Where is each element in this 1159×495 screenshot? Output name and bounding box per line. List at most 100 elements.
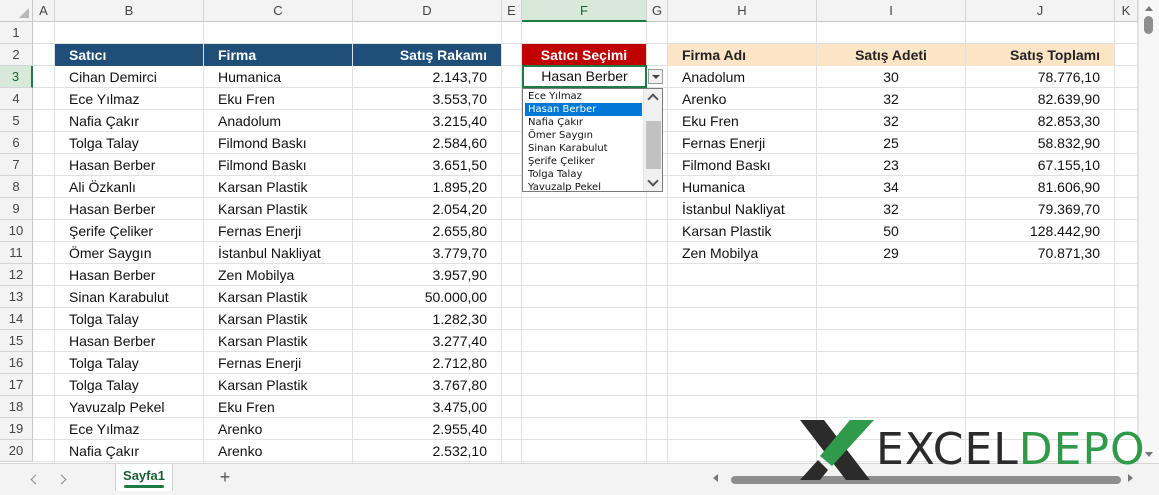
sales-cell[interactable]: Karsan Plastik (204, 374, 352, 396)
sales-cell[interactable]: Ömer Saygın (55, 242, 203, 264)
summary-cell[interactable]: 128.442,90 (966, 220, 1114, 242)
sales-cell[interactable]: 1.282,30 (353, 308, 501, 330)
row-header-3[interactable]: 3 (0, 66, 33, 88)
sales-cell[interactable]: Karsan Plastik (204, 308, 352, 330)
sales-cell[interactable]: Cihan Demirci (55, 66, 203, 88)
summary-cell[interactable]: 34 (817, 176, 965, 198)
dropdown-item[interactable]: Sinan Karabulut (525, 142, 642, 155)
sales-cell[interactable]: 2.655,80 (353, 220, 501, 242)
sales-cell[interactable]: Karsan Plastik (204, 286, 352, 308)
sales-cell[interactable]: Ece Yılmaz (55, 418, 203, 440)
row-header-5[interactable]: 5 (0, 110, 33, 132)
summary-cell[interactable]: Filmond Baskı (668, 154, 816, 176)
summary-cell[interactable]: Karsan Plastik (668, 220, 816, 242)
vertical-scrollbar[interactable] (1138, 0, 1159, 463)
sales-cell[interactable]: Hasan Berber (55, 264, 203, 286)
summary-cell[interactable]: İstanbul Nakliyat (668, 198, 816, 220)
column-header-b[interactable]: B (55, 0, 204, 22)
row-header-7[interactable]: 7 (0, 154, 33, 176)
sales-cell[interactable]: Tolga Talay (55, 132, 203, 154)
sales-cell[interactable]: 3.215,40 (353, 110, 501, 132)
scroll-up-icon[interactable] (647, 93, 659, 105)
summary-cell[interactable]: Humanica (668, 176, 816, 198)
row-header-16[interactable]: 16 (0, 352, 33, 374)
row-header-15[interactable]: 15 (0, 330, 33, 352)
sales-cell[interactable]: Yavuzalp Pekel (55, 396, 203, 418)
row-header-12[interactable]: 12 (0, 264, 33, 286)
scroll-up-icon[interactable] (1145, 6, 1153, 11)
seller-dropdown-list[interactable]: Ece Yılmaz Hasan Berber Nafia Çakır Ömer Sa… (522, 88, 663, 193)
row-header-6[interactable]: 6 (0, 132, 33, 154)
row-header-2[interactable]: 2 (0, 44, 33, 66)
summary-cell[interactable]: 29 (817, 242, 965, 264)
sales-cell[interactable]: 3.553,70 (353, 88, 501, 110)
sales-cell[interactable]: 2.712,80 (353, 352, 501, 374)
sales-cell[interactable]: Ali Özkanlı (55, 176, 203, 198)
dropdown-arrow-button[interactable] (648, 69, 663, 84)
select-all-corner[interactable] (0, 0, 33, 22)
row-header-17[interactable]: 17 (0, 374, 33, 396)
row-header-8[interactable]: 8 (0, 176, 33, 198)
summary-cell[interactable]: 79.369,70 (966, 198, 1114, 220)
sales-cell[interactable]: Sinan Karabulut (55, 286, 203, 308)
summary-cell[interactable]: 32 (817, 198, 965, 220)
summary-cell[interactable]: Anadolum (668, 66, 816, 88)
summary-cell[interactable]: Fernas Enerji (668, 132, 816, 154)
dropdown-item[interactable]: Hasan Berber (525, 103, 642, 116)
column-header-f[interactable]: F (522, 0, 647, 22)
dropdown-item[interactable]: Tolga Talay (525, 168, 642, 181)
row-header-10[interactable]: 10 (0, 220, 33, 242)
summary-cell[interactable]: 50 (817, 220, 965, 242)
sales-cell[interactable]: 3.767,80 (353, 374, 501, 396)
sales-cell[interactable]: Hasan Berber (55, 154, 203, 176)
row-header-19[interactable]: 19 (0, 418, 33, 440)
sales-cell[interactable]: Ece Yılmaz (55, 88, 203, 110)
scroll-left-icon[interactable] (713, 474, 718, 482)
sales-cell[interactable]: 3.957,90 (353, 264, 501, 286)
sales-cell[interactable]: Tolga Talay (55, 352, 203, 374)
scroll-down-icon[interactable] (647, 175, 659, 187)
dropdown-item[interactable]: Ece Yılmaz (525, 90, 642, 103)
summary-cell[interactable]: 30 (817, 66, 965, 88)
summary-cell[interactable]: 82.853,30 (966, 110, 1114, 132)
summary-cell[interactable]: Zen Mobilya (668, 242, 816, 264)
vertical-scroll-thumb[interactable] (1144, 16, 1153, 34)
dropdown-item[interactable]: Nafia Çakır (525, 116, 642, 129)
row-header-4[interactable]: 4 (0, 88, 33, 110)
add-sheet-button[interactable]: + (216, 468, 234, 486)
summary-cell[interactable]: Eku Fren (668, 110, 816, 132)
sales-cell[interactable]: Nafia Çakır (55, 110, 203, 132)
sales-cell[interactable]: Hasan Berber (55, 330, 203, 352)
sheet-nav-left-icon[interactable] (30, 474, 41, 485)
summary-cell[interactable]: 81.606,90 (966, 176, 1114, 198)
sales-cell[interactable]: 50.000,00 (353, 286, 501, 308)
sales-cell[interactable]: Hasan Berber (55, 198, 203, 220)
sales-cell[interactable]: Fernas Enerji (204, 352, 352, 374)
row-header-13[interactable]: 13 (0, 286, 33, 308)
sales-cell[interactable]: 2.955,40 (353, 418, 501, 440)
row-header-11[interactable]: 11 (0, 242, 33, 264)
row-header-20[interactable]: 20 (0, 440, 33, 462)
column-header-j[interactable]: J (966, 0, 1115, 22)
summary-cell[interactable]: 70.871,30 (966, 242, 1114, 264)
sales-cell[interactable]: İstanbul Nakliyat (204, 242, 352, 264)
sales-cell[interactable]: Arenko (204, 418, 352, 440)
row-header-1[interactable]: 1 (0, 22, 33, 44)
seller-selector-cell[interactable]: Hasan Berber (522, 65, 647, 88)
sales-cell[interactable]: 2.143,70 (353, 66, 501, 88)
column-header-a[interactable]: A (33, 0, 55, 22)
sales-cell[interactable]: Fernas Enerji (204, 220, 352, 242)
column-header-e[interactable]: E (502, 0, 522, 22)
sheet-tab-sayfa1[interactable]: Sayfa1 (115, 464, 173, 491)
dropdown-item[interactable]: Ömer Saygın (525, 129, 642, 142)
summary-cell[interactable]: 67.155,10 (966, 154, 1114, 176)
summary-cell[interactable]: 25 (817, 132, 965, 154)
sales-cell[interactable]: Tolga Talay (55, 374, 203, 396)
column-header-d[interactable]: D (353, 0, 502, 22)
sales-cell[interactable]: Zen Mobilya (204, 264, 352, 286)
summary-cell[interactable]: 58.832,90 (966, 132, 1114, 154)
sales-cell[interactable]: 3.475,00 (353, 396, 501, 418)
sales-cell[interactable]: 2.584,60 (353, 132, 501, 154)
sales-cell[interactable]: 2.054,20 (353, 198, 501, 220)
dropdown-scroll-thumb[interactable] (646, 121, 661, 169)
